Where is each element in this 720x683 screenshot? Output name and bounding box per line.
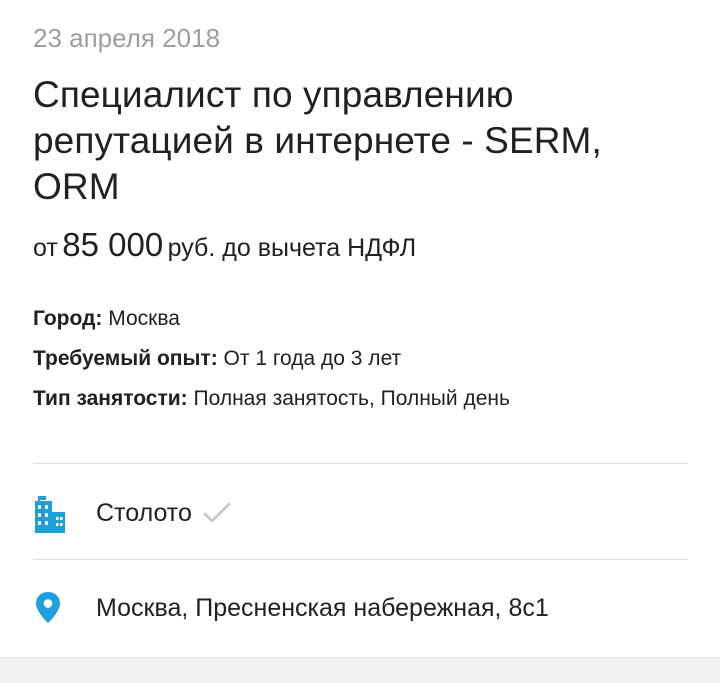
- property-label: Город:: [33, 307, 103, 330]
- salary-suffix: руб. до вычета НДФЛ: [167, 234, 417, 262]
- bottom-edge: [0, 657, 720, 683]
- property-label: Требуемый опыт:: [33, 347, 218, 370]
- divider: [33, 559, 688, 560]
- location-pin-icon: [33, 586, 75, 630]
- vacancy-title: Специалист по управлению репутацией в ин…: [33, 74, 602, 207]
- vacancy-properties: Город: Москва Требуемый опыт: От 1 года …: [33, 302, 693, 422]
- property-city: Город: Москва: [33, 302, 693, 342]
- address-row[interactable]: Москва, Пресненская набережная, 8с1: [33, 586, 693, 630]
- property-employment: Тип занятости: Полная занятость, Полный …: [33, 382, 693, 422]
- property-experience: Требуемый опыт: От 1 года до 3 лет: [33, 342, 693, 382]
- company-name: Столото: [96, 498, 192, 527]
- publish-date: 23 апреля 2018: [33, 23, 221, 53]
- property-label: Тип занятости:: [33, 387, 188, 410]
- salary-prefix: от: [33, 234, 58, 262]
- vacancy-card: 23 апреля 2018 Специалист по управлению …: [0, 0, 720, 657]
- building-icon: [33, 491, 75, 535]
- property-value: От 1 года до 3 лет: [223, 347, 402, 370]
- address-text: Москва, Пресненская набережная, 8с1: [96, 593, 549, 622]
- property-value: Москва: [108, 307, 180, 330]
- salary: от 85 000 руб. до вычета НДФЛ: [33, 226, 416, 270]
- divider: [33, 463, 688, 464]
- checkmark-icon: [202, 500, 232, 526]
- property-value: Полная занятость, Полный день: [193, 387, 510, 410]
- salary-amount: 85 000: [62, 226, 164, 263]
- company-row[interactable]: Столото: [33, 491, 693, 535]
